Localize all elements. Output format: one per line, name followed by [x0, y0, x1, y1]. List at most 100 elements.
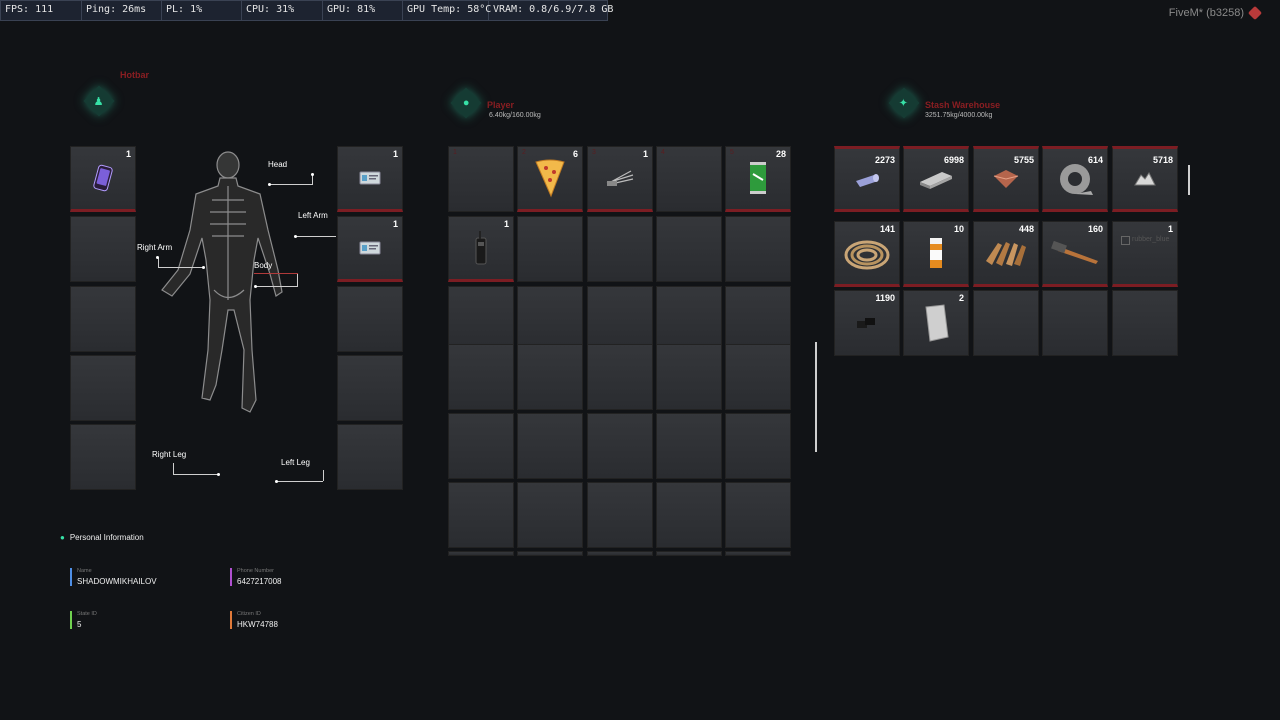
metal-ingot-icon	[920, 172, 952, 189]
inventory-slot[interactable]	[448, 286, 514, 352]
inventory-slot[interactable]	[517, 344, 583, 410]
personal-info-header: ● Personal Information	[60, 533, 144, 542]
pill-bottle-icon	[930, 238, 942, 268]
right-leg-label: Right Leg	[152, 450, 187, 459]
head-leader-line	[270, 184, 312, 185]
inventory-slot[interactable]	[517, 413, 583, 479]
stash-scrollbar[interactable]	[1188, 165, 1190, 195]
player-inventory-scrollbar[interactable]	[815, 342, 817, 452]
inventory-slot[interactable]	[517, 551, 583, 556]
body-leader-line	[254, 273, 298, 274]
inventory-slot[interactable]	[725, 286, 791, 352]
equipment-header: ♟ Hotbar	[83, 70, 149, 117]
stash-slot[interactable]: 5718	[1112, 146, 1178, 212]
inventory-slot[interactable]: 1	[448, 146, 514, 212]
inventory-slot[interactable]: 5 28	[725, 146, 791, 212]
cpu-readout: CPU: 31%	[242, 1, 323, 20]
equip-slot[interactable]	[70, 355, 136, 421]
inventory-slot[interactable]	[448, 482, 514, 548]
leader-dot	[202, 266, 205, 269]
equip-slot[interactable]	[337, 286, 403, 352]
inventory-slot[interactable]	[448, 344, 514, 410]
inventory-slot[interactable]	[448, 413, 514, 479]
leader-dot	[294, 235, 297, 238]
inventory-slot[interactable]	[517, 286, 583, 352]
inventory-slot[interactable]	[448, 551, 514, 556]
stash-slot[interactable]: 2273	[834, 146, 900, 212]
leader-dot	[217, 473, 220, 476]
state-id-value: 5	[77, 620, 82, 629]
inventory-slot[interactable]	[725, 216, 791, 282]
inventory-slot[interactable]	[517, 216, 583, 282]
phone-value: 6427217008	[237, 577, 282, 586]
stash-slot[interactable]	[1112, 290, 1178, 356]
item-count: 2	[958, 293, 964, 303]
inventory-slot[interactable]	[587, 344, 653, 410]
duct-tape-icon	[1060, 164, 1093, 195]
stash-slot[interactable]: 1190	[834, 290, 900, 356]
player-inventory-header: ● Player 6.40kg/160.00kg	[450, 87, 541, 119]
left-arm-label: Left Arm	[298, 211, 328, 220]
stash-slot[interactable]: 2	[903, 290, 969, 356]
item-count: 160	[1087, 224, 1103, 234]
inventory-slot[interactable]: 1	[448, 216, 514, 282]
equip-slot[interactable]: 1	[337, 216, 403, 282]
equip-slot[interactable]	[70, 216, 136, 282]
fivem-watermark: FiveM* (b3258)	[1169, 5, 1263, 21]
inventory-slot[interactable]	[725, 413, 791, 479]
stash-slot[interactable]: 10	[903, 221, 969, 287]
stash-slot[interactable]: 5755	[973, 146, 1039, 212]
inventory-slot[interactable]: 4	[656, 146, 722, 212]
performance-overlay: FPS: 111 Ping: 26ms PL: 1% CPU: 31% GPU:…	[0, 0, 614, 21]
stash-slot[interactable]: 160	[1042, 221, 1108, 287]
leader-dot	[268, 183, 271, 186]
pizza-icon	[535, 159, 565, 198]
vram-readout: VRAM: 0.8/6.9/7.8 GB	[493, 4, 614, 15]
stash-slot[interactable]	[1042, 290, 1108, 356]
item-count: 1	[125, 149, 131, 159]
inventory-slot[interactable]	[725, 551, 791, 556]
equip-slot[interactable]	[337, 355, 403, 421]
stash-slot[interactable]	[973, 290, 1039, 356]
left-leg-leader-line	[323, 470, 324, 481]
inventory-slot[interactable]	[587, 286, 653, 352]
inventory-slot[interactable]	[656, 286, 722, 352]
item-count: 5755	[1013, 155, 1034, 165]
broken-image-alt: rubber_blue	[1132, 236, 1170, 243]
name-value: SHADOWMIKHAILOV	[77, 577, 157, 586]
inventory-slot[interactable]	[656, 482, 722, 548]
inventory-slot[interactable]	[656, 216, 722, 282]
right-leg-leader-line	[173, 474, 219, 475]
stash-slot[interactable]: 448	[973, 221, 1039, 287]
equip-slot[interactable]	[337, 424, 403, 490]
inventory-slot[interactable]	[587, 413, 653, 479]
inventory-slot[interactable]	[725, 482, 791, 548]
equip-slot[interactable]: 1	[70, 146, 136, 212]
stash-slot[interactable]: 1 rubber_blue	[1112, 221, 1178, 287]
ping-readout: Ping: 26ms	[82, 1, 162, 20]
inventory-slot[interactable]	[587, 216, 653, 282]
phone-icon	[93, 164, 113, 192]
inventory-slot[interactable]: 2 6	[517, 146, 583, 212]
inventory-slot[interactable]	[656, 413, 722, 479]
inventory-slot[interactable]: 3 1	[587, 146, 653, 212]
stash-slot[interactable]: 6998	[903, 146, 969, 212]
inventory-slot[interactable]	[587, 551, 653, 556]
inventory-slot[interactable]	[656, 551, 722, 556]
inventory-slot[interactable]	[725, 344, 791, 410]
aluminum-scraps-icon	[1134, 172, 1156, 186]
plastic-bag-icon	[925, 304, 949, 342]
equip-slot[interactable]	[70, 286, 136, 352]
inventory-slot[interactable]	[656, 344, 722, 410]
equip-slot[interactable]: 1	[337, 146, 403, 212]
stash-slot[interactable]: 141	[834, 221, 900, 287]
equip-slot[interactable]	[70, 424, 136, 490]
copper-icon	[993, 170, 1019, 188]
hammer-icon	[1051, 241, 1098, 264]
id-card-icon	[359, 241, 381, 255]
personal-info-title: Personal Information	[69, 533, 144, 542]
inventory-slot[interactable]	[517, 482, 583, 548]
inventory-slot[interactable]	[587, 482, 653, 548]
left-leg-leader-line	[277, 481, 323, 482]
stash-slot[interactable]: 614	[1042, 146, 1108, 212]
